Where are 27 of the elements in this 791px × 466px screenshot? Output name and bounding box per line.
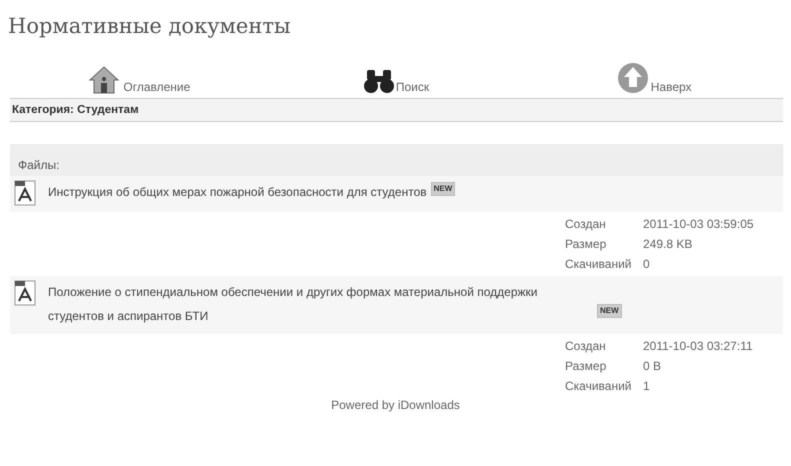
- detail-label: Создан: [565, 216, 607, 233]
- category-bar: Категория: Студентам: [10, 99, 783, 122]
- nav-link[interactable]: Поиск: [364, 68, 430, 94]
- detail-value: 2011-10-03 03:59:05: [643, 216, 754, 233]
- nav-link[interactable]: Наверх: [616, 62, 692, 94]
- page-title: Нормативные документы: [8, 13, 292, 40]
- detail-label: Скачиваний: [565, 256, 632, 273]
- pdf-file-icon: [14, 180, 36, 206]
- footer-text: Powered by iDownloads: [331, 398, 460, 412]
- pdf-file-icon: [14, 280, 36, 306]
- detail-label: Скачиваний: [565, 378, 632, 395]
- detail-value: 0: [643, 256, 650, 273]
- new-badge: NEW: [430, 182, 456, 196]
- binoculars-icon: [364, 68, 394, 94]
- detail-value: 0 B: [643, 358, 662, 375]
- files-heading: Файлы:: [10, 144, 783, 176]
- detail-label: Создан: [565, 338, 607, 355]
- detail-label: Размер: [565, 236, 608, 253]
- file-link[interactable]: Инструкция об общих мерах пожарной безопасности для студентов: [48, 180, 427, 204]
- new-badge: NEW: [597, 304, 622, 318]
- file-link[interactable]: Положение о стипендиальном обеспечении и других формах материальной поддержки студентов и аспирантов БТИ: [48, 280, 593, 328]
- nav-link[interactable]: Оглавление: [87, 64, 190, 94]
- detail-value: 249.8 KB: [643, 236, 692, 253]
- detail-value: 1: [643, 378, 650, 395]
- detail-value: 2011-10-03 03:27:11: [643, 338, 753, 355]
- house-icon: [87, 64, 122, 94]
- detail-label: Размер: [565, 358, 608, 375]
